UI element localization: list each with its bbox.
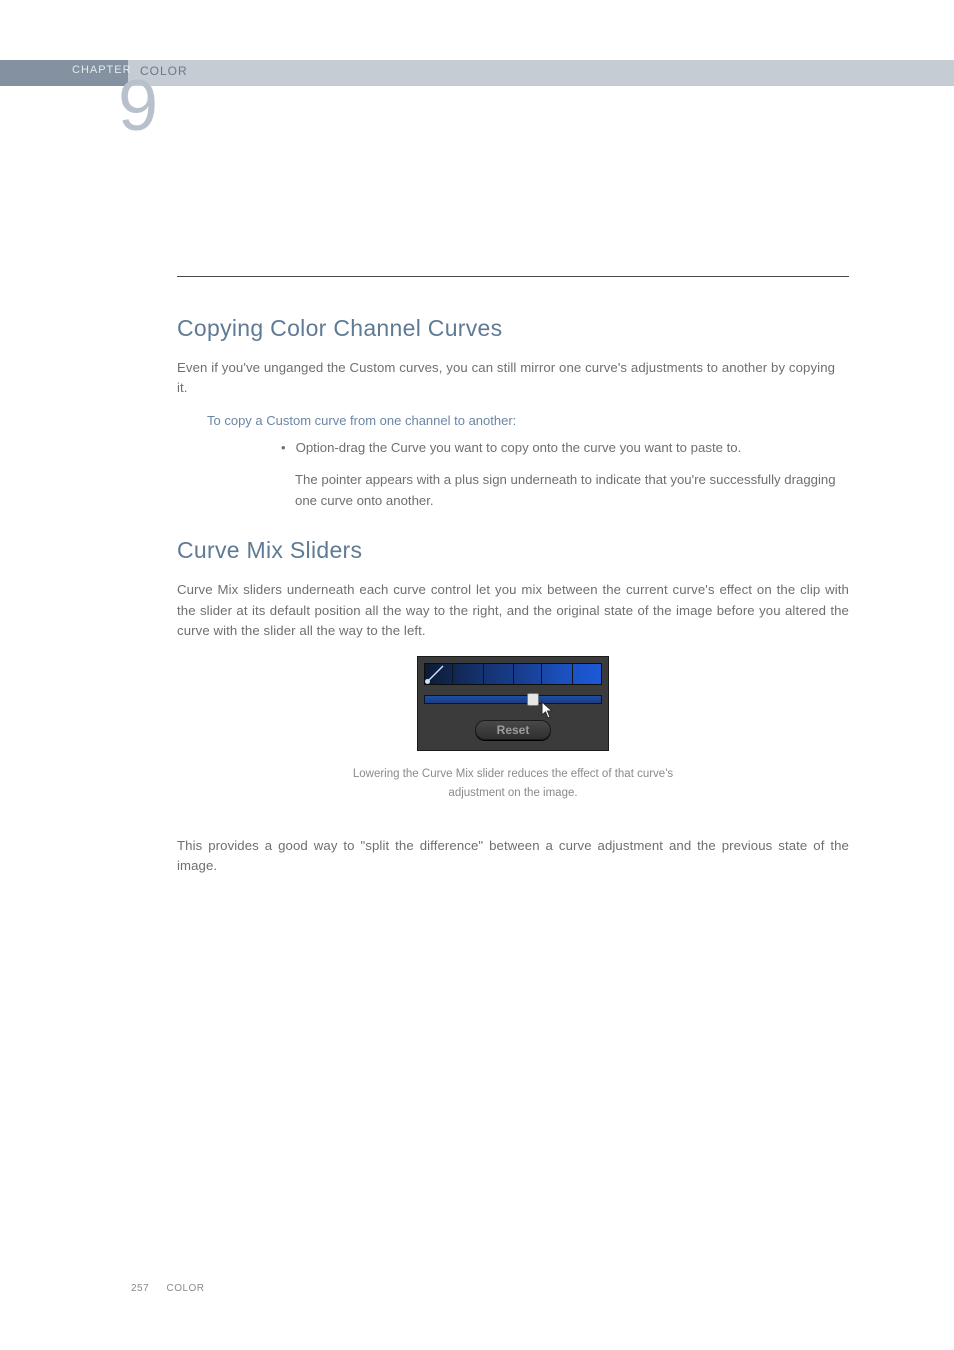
footer-title: COLOR: [166, 1283, 204, 1294]
bullet-dot-icon: •: [281, 438, 286, 458]
page: CHAPTER COLOR 9 Copying Color Channel Cu…: [0, 0, 954, 1350]
cursor-arrow-icon: [541, 701, 557, 719]
page-footer: 257 COLOR: [131, 1283, 205, 1294]
page-number: 257: [131, 1283, 149, 1294]
bullet-item: • Option-drag the Curve you want to copy…: [281, 438, 849, 458]
slider-knob[interactable]: [527, 693, 539, 706]
copying-intro-text: Even if you've unganged the Custom curve…: [177, 358, 849, 399]
curvemix-outro-text: This provides a good way to "split the d…: [177, 836, 849, 877]
curvemix-intro-text: Curve Mix sliders underneath each curve …: [177, 580, 849, 641]
section-heading-copying: Copying Color Channel Curves: [177, 315, 849, 342]
figure-container: Reset: [177, 656, 849, 751]
curve-gradient-bar: [424, 663, 602, 685]
gradient-ticks: [424, 663, 602, 685]
curve-mix-figure: Reset: [417, 656, 609, 751]
chapter-number: 9: [118, 70, 158, 142]
horizontal-rule: [177, 276, 849, 277]
caption-line-1: Lowering the Curve Mix slider reduces th…: [353, 768, 673, 780]
copying-subhead: To copy a Custom curve from one channel …: [207, 413, 849, 428]
bullet-subtext: The pointer appears with a plus sign und…: [295, 470, 849, 511]
content-area: Copying Color Channel Curves Even if you…: [177, 276, 849, 891]
caption-line-2: adjustment on the image.: [448, 787, 577, 799]
reset-button[interactable]: Reset: [475, 720, 552, 740]
curve-control-point-icon: [425, 679, 430, 684]
curve-mix-slider[interactable]: [424, 695, 602, 704]
figure-caption: Lowering the Curve Mix slider reduces th…: [177, 765, 849, 804]
bullet-text: Option-drag the Curve you want to copy o…: [296, 438, 742, 458]
section-heading-curvemix: Curve Mix Sliders: [177, 537, 849, 564]
